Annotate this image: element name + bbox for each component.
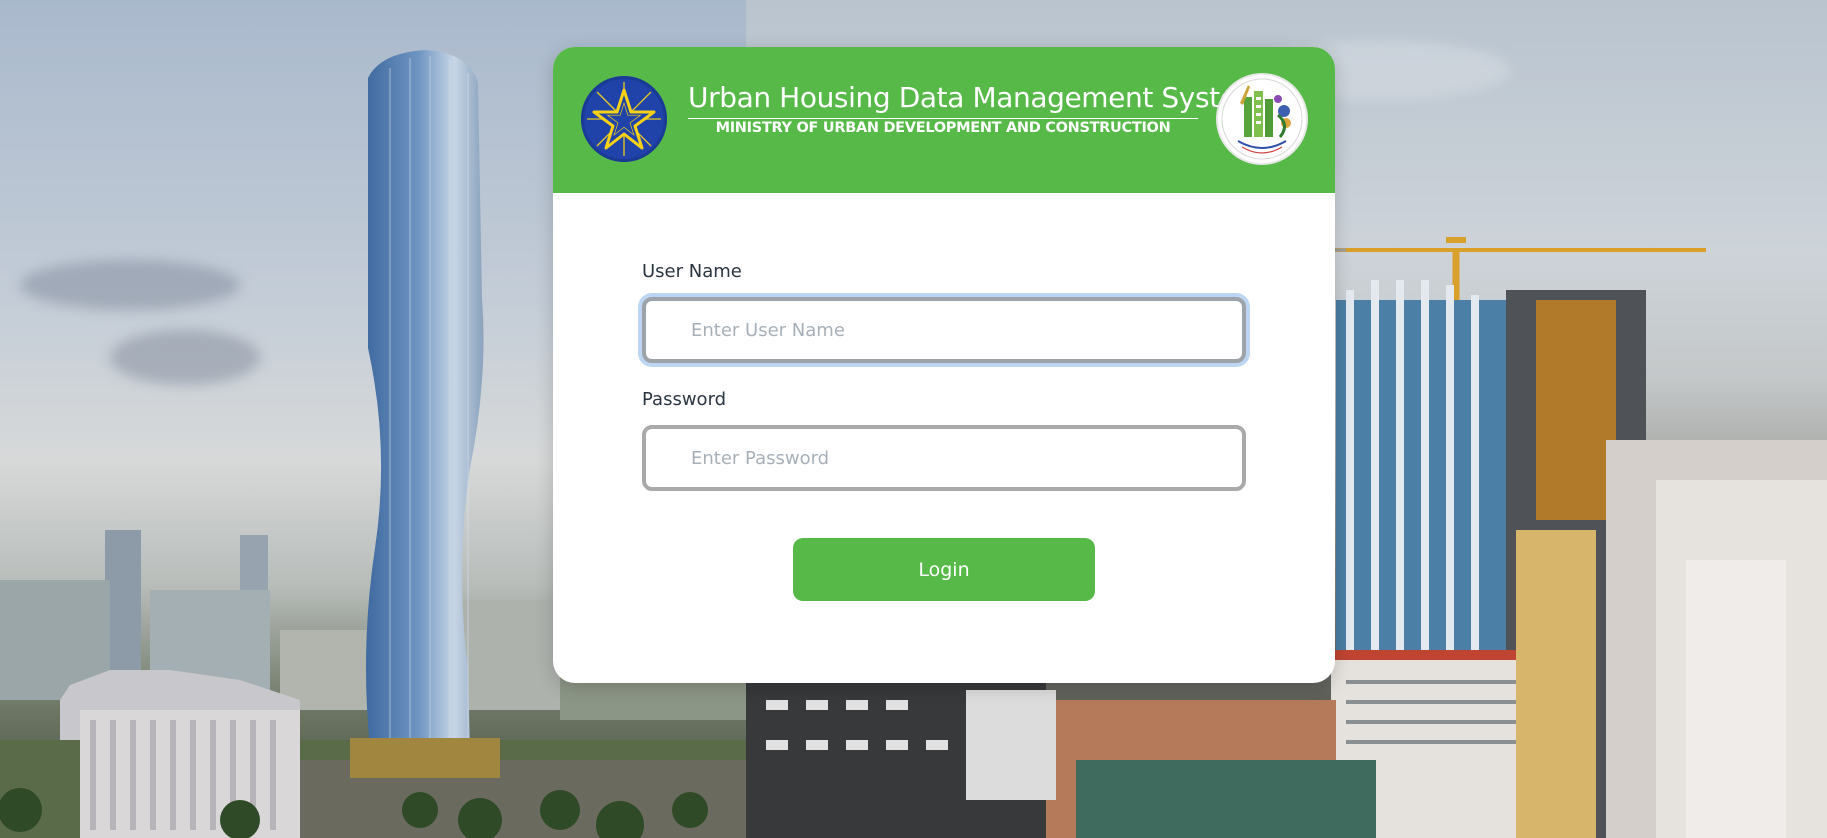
password-field-wrapper	[642, 425, 1246, 491]
password-label: Password	[642, 389, 727, 410]
cloud	[110, 330, 260, 385]
login-button[interactable]: Login	[793, 538, 1095, 601]
username-field-wrapper	[642, 297, 1246, 363]
ministry-logo-icon	[1218, 75, 1306, 163]
password-input[interactable]	[642, 425, 1246, 491]
left-tower-icon	[350, 50, 500, 778]
ministry-subtitle: MINISTRY OF URBAN DEVELOPMENT AND CONSTR…	[715, 120, 1171, 136]
ethiopia-national-emblem-icon	[581, 76, 667, 162]
card-header: Urban Housing Data Management System MIN…	[553, 47, 1335, 193]
username-input[interactable]	[642, 297, 1246, 363]
username-label: User Name	[642, 261, 742, 282]
login-card: Urban Housing Data Management System MIN…	[553, 47, 1335, 683]
page-title: Urban Housing Data Management System	[688, 81, 1264, 119]
cloud	[20, 260, 240, 310]
